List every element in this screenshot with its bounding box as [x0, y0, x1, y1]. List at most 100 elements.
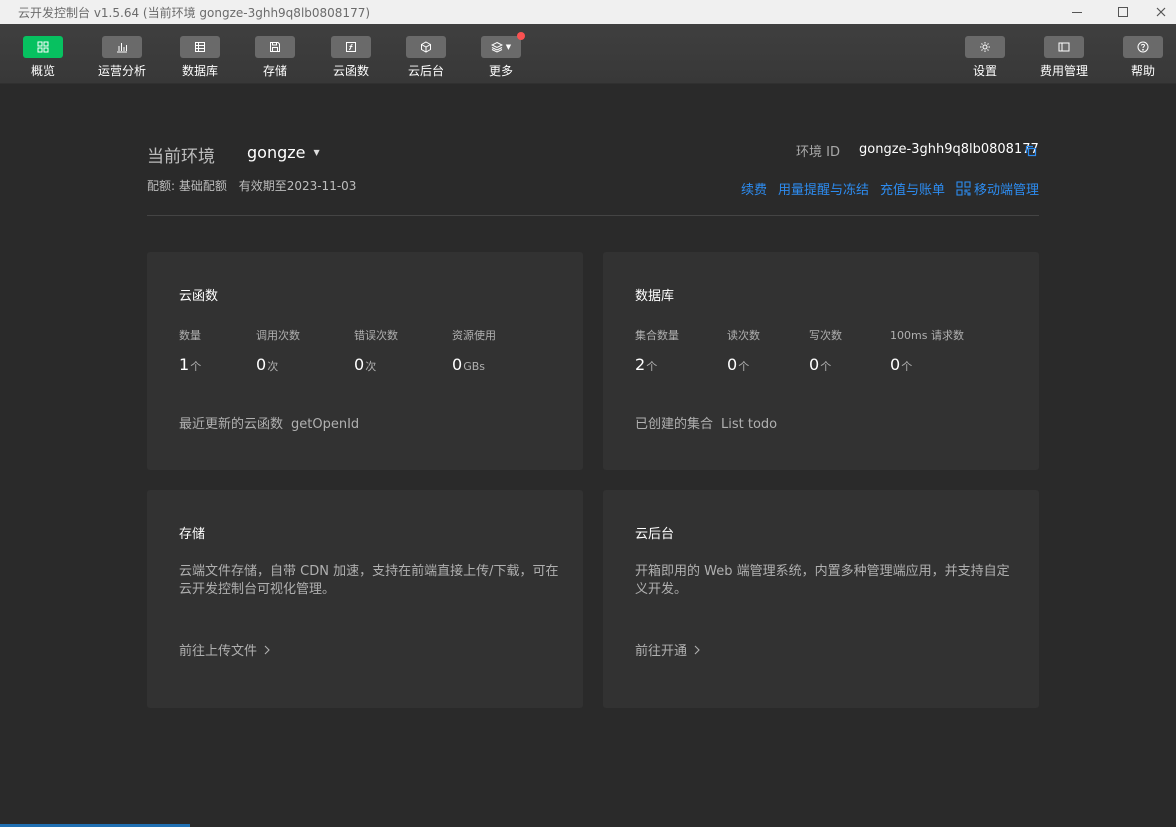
chevron-down-icon: ▼: [313, 148, 320, 157]
help-icon: [1137, 41, 1149, 53]
tool-help[interactable]: 帮助: [1103, 36, 1176, 80]
card-title: 存储: [179, 527, 206, 542]
qrcode-icon: [956, 181, 971, 196]
stat-unit: 个: [738, 360, 750, 373]
card-title: 云函数: [179, 289, 219, 304]
notification-badge: [517, 32, 525, 40]
recent-function: 最近更新的云函数 getOpenId: [179, 417, 360, 432]
grid-icon: [37, 41, 49, 53]
stat-unit: GBs: [463, 360, 485, 373]
main-toolbar: 概览 运营分析 数据库 存储 云函数 云后台 ▼ 更多 设置 费用管理 帮助: [0, 24, 1176, 84]
tool-billing[interactable]: 费用管理: [1024, 36, 1104, 80]
header-divider: [147, 215, 1039, 216]
stat-unit: 个: [646, 360, 658, 373]
tool-settings[interactable]: 设置: [945, 36, 1025, 80]
floppy-icon: [270, 42, 280, 52]
tool-storage[interactable]: 存储: [235, 36, 315, 80]
stat-invocations: 调用次数 0次: [256, 329, 300, 374]
chevron-right-icon: [694, 645, 700, 654]
recharge-link[interactable]: 充值与账单: [880, 179, 945, 198]
stat-unit: 个: [190, 360, 202, 373]
cube-icon: [421, 41, 431, 53]
stat-unit: 次: [267, 360, 279, 373]
stat-value: 1: [179, 355, 190, 374]
database-icon: [195, 42, 205, 52]
mobile-manage-label: 移动端管理: [973, 183, 1039, 198]
created-collections: 已创建的集合 List todo: [635, 417, 778, 432]
tool-label: 数据库: [181, 64, 218, 78]
env-name: gongze: [247, 143, 306, 162]
env-id-label: 环境 ID: [796, 145, 840, 160]
tool-cloud-backend[interactable]: 云后台: [386, 36, 466, 80]
card-storage: 存储 云端文件存储，自带 CDN 加速，支持在前端直接上传/下载，可在云开发控制…: [147, 490, 583, 708]
bar-chart-icon: [117, 43, 127, 53]
stat-value: 2: [635, 355, 646, 374]
close-button[interactable]: [1146, 0, 1176, 24]
stat-value: 0: [890, 355, 901, 374]
env-action-links: 续费 用量提醒与冻结 充值与账单 移动端管理: [730, 179, 1039, 198]
gear-icon: [980, 42, 990, 52]
stat-value: 0: [354, 355, 365, 374]
stat-100ms-requests: 100ms 请求数 0个: [890, 329, 964, 374]
stat-value: 0: [727, 355, 738, 374]
usage-alert-link[interactable]: 用量提醒与冻结: [778, 179, 869, 198]
copy-icon[interactable]: [1025, 145, 1037, 157]
layers-icon: [490, 41, 503, 53]
stat-writes: 写次数 0个: [809, 329, 842, 374]
minimize-button[interactable]: [1054, 0, 1100, 24]
stat-unit: 次: [365, 360, 377, 373]
stat-reads: 读次数 0个: [727, 329, 760, 374]
tool-label: 费用管理: [1039, 64, 1088, 78]
chevron-down-icon: ▼: [505, 43, 512, 51]
tool-functions[interactable]: 云函数: [311, 36, 391, 80]
stat-unit: 个: [901, 360, 913, 373]
tool-label: 云函数: [332, 64, 369, 78]
card-description: 开箱即用的 Web 端管理系统，内置多种管理端应用，并支持自定义开发。: [635, 564, 1010, 597]
env-id-value: gongze-3ghh9q8lb0808177: [859, 142, 1039, 157]
collection-list[interactable]: List todo: [721, 417, 777, 432]
renew-link[interactable]: 续费: [741, 179, 767, 198]
stat-collections: 集合数量 2个: [635, 329, 679, 374]
recent-function-link[interactable]: getOpenId: [291, 417, 359, 432]
minimize-icon: [1072, 11, 1082, 13]
function-icon: [346, 42, 356, 52]
card-title: 云后台: [635, 527, 675, 542]
tool-more[interactable]: ▼ 更多: [461, 32, 541, 80]
stat-value: 0: [452, 355, 463, 374]
close-icon: [1156, 7, 1166, 17]
quota-label: 配额: 基础配额: [147, 179, 227, 193]
chevron-right-icon: [264, 645, 270, 654]
card-cloud-backend: 云后台 开箱即用的 Web 端管理系统，内置多种管理端应用，并支持自定义开发。 …: [603, 490, 1039, 708]
window-title: 云开发控制台 v1.5.64 (当前环境 gongze-3ghh9q8lb080…: [18, 5, 371, 20]
upload-file-link[interactable]: 前往上传文件: [179, 640, 271, 659]
tool-database[interactable]: 数据库: [160, 36, 240, 80]
card-database: 数据库 集合数量 2个 读次数 0个 写次数 0个 100ms 请求数 0个 已…: [603, 252, 1039, 470]
stat-resource-usage: 资源使用 0GBs: [452, 329, 496, 374]
expiry-date: 有效期至2023-11-03: [238, 179, 357, 193]
billing-icon: [1058, 42, 1070, 52]
tool-label: 存储: [262, 64, 287, 78]
card-description: 云端文件存储，自带 CDN 加速，支持在前端直接上传/下载，可在云开发控制台可视…: [179, 564, 559, 597]
quota-info: 配额: 基础配额 有效期至2023-11-03: [147, 177, 356, 194]
stat-unit: 个: [820, 360, 832, 373]
tool-label: 更多: [488, 64, 513, 78]
stat-value: 0: [256, 355, 267, 374]
env-selector[interactable]: gongze ▼: [247, 143, 320, 162]
card-title: 数据库: [635, 289, 675, 304]
window-titlebar: 云开发控制台 v1.5.64 (当前环境 gongze-3ghh9q8lb080…: [0, 0, 1176, 24]
tool-analytics[interactable]: 运营分析: [82, 36, 162, 80]
maximize-icon: [1118, 7, 1128, 17]
activate-link[interactable]: 前往开通: [635, 640, 701, 659]
mobile-manage-link[interactable]: 移动端管理: [956, 179, 1039, 198]
tool-label: 概览: [30, 64, 55, 78]
stat-count: 数量 1个: [179, 329, 202, 374]
stat-errors: 错误次数 0次: [354, 329, 398, 374]
tool-label: 帮助: [1130, 64, 1155, 78]
current-env-label: 当前环境: [147, 147, 215, 167]
stat-value: 0: [809, 355, 820, 374]
tool-label: 运营分析: [97, 64, 146, 78]
tool-label: 设置: [972, 64, 997, 78]
tool-overview[interactable]: 概览: [3, 36, 83, 80]
maximize-button[interactable]: [1100, 0, 1146, 24]
tool-label: 云后台: [407, 64, 444, 78]
